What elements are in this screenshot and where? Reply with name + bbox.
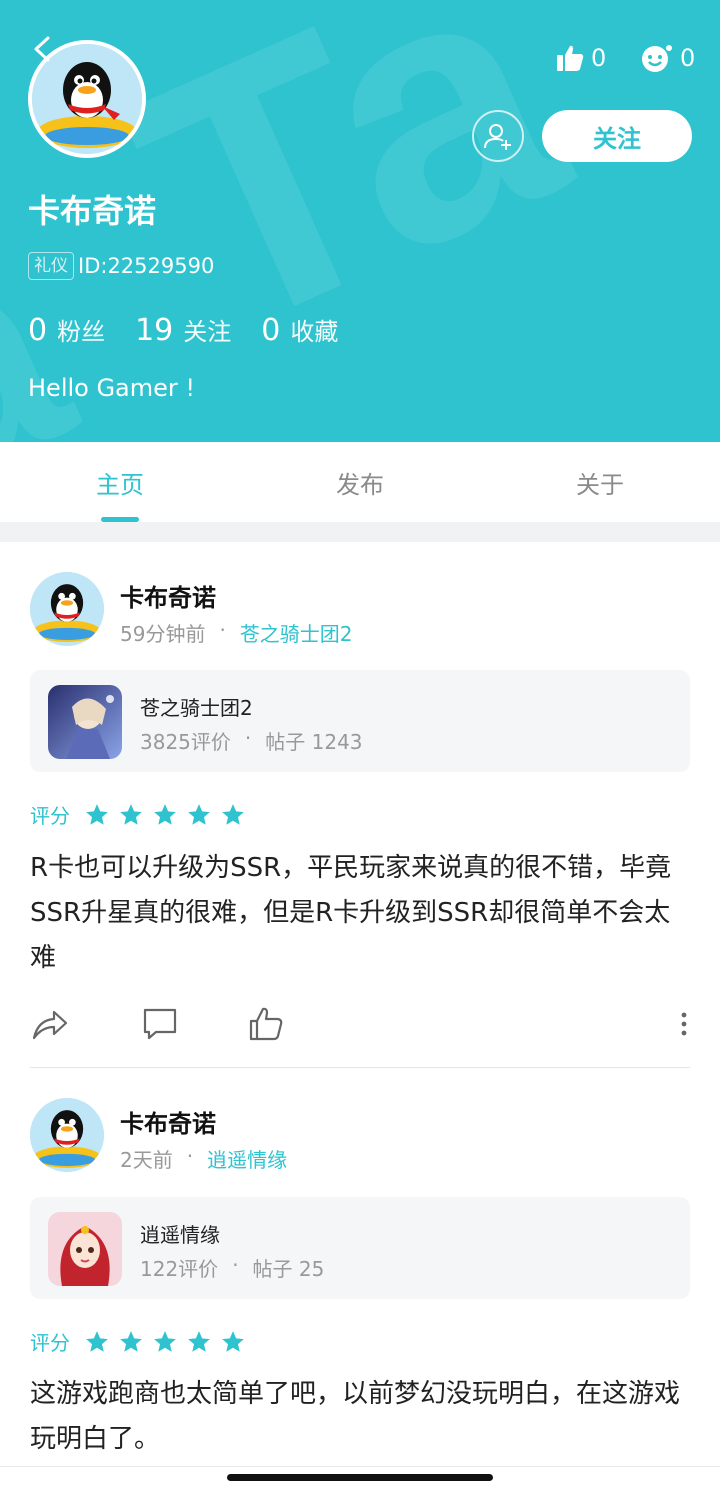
- tab-home-label: 主页: [96, 470, 144, 499]
- post-author-avatar[interactable]: [30, 1098, 104, 1172]
- post-game-link[interactable]: 逍遥情缘: [207, 1144, 287, 1173]
- bottom-divider: [0, 1466, 720, 1467]
- star-icon: [154, 803, 176, 825]
- tab-about[interactable]: 关于: [480, 442, 720, 522]
- star-icon: [86, 1330, 108, 1352]
- star-icon: [86, 803, 108, 825]
- emoji-icon: [642, 45, 672, 72]
- post-meta: 2天前 · 逍遥情缘: [120, 1144, 287, 1173]
- star-icon: [120, 1330, 142, 1352]
- post-divider: [30, 1067, 690, 1068]
- favorites-label[interactable]: 收藏: [290, 312, 338, 347]
- fans-label[interactable]: 粉丝: [57, 312, 105, 347]
- game-icon: [48, 685, 122, 759]
- post-text[interactable]: 这游戏跑商也太简单了吧，以前梦幻没玩明白，在这游戏玩明白了。: [30, 1372, 690, 1462]
- section-separator: [0, 522, 720, 542]
- star-icon: [188, 1330, 210, 1352]
- game-stats: 122评价 · 帖子 25: [140, 1253, 324, 1282]
- profile-stats: 0 粉丝 19 关注 0 收藏: [28, 312, 368, 348]
- rating-row: 评分: [30, 800, 254, 829]
- fans-count[interactable]: 0: [28, 313, 47, 348]
- post-actions: [30, 1004, 690, 1044]
- following-count[interactable]: 19: [135, 313, 173, 348]
- post-meta: 59分钟前 · 苍之骑士团2: [120, 618, 353, 647]
- favorites-count[interactable]: 0: [261, 313, 280, 348]
- star-icon: [222, 803, 244, 825]
- back-icon[interactable]: [28, 34, 58, 64]
- tab-posts[interactable]: 发布: [240, 442, 480, 522]
- rating-row: 评分: [30, 1327, 254, 1356]
- star-icon: [120, 803, 142, 825]
- thumb-up-icon: [557, 45, 584, 71]
- add-friend-icon: [484, 124, 511, 150]
- meta-dot: ·: [219, 618, 226, 642]
- likes-count: 0: [591, 44, 607, 72]
- game-icon: [48, 1212, 122, 1286]
- likes-stat[interactable]: 0: [555, 40, 606, 76]
- share-icon[interactable]: [30, 1004, 70, 1044]
- post-author-avatar[interactable]: [30, 572, 104, 646]
- game-post-count: 帖子 25: [252, 1257, 325, 1281]
- emoji-stat[interactable]: 0: [640, 40, 695, 76]
- post-game-link[interactable]: 苍之骑士团2: [240, 618, 353, 647]
- post-author-name[interactable]: 卡布奇诺: [120, 1104, 216, 1139]
- profile-tabs: 主页 发布 关于: [0, 442, 720, 522]
- game-stats: 3825评价 · 帖子 1243: [140, 726, 363, 755]
- game-review-count: 122评价: [140, 1257, 219, 1281]
- emoji-count: 0: [680, 44, 696, 72]
- post-text[interactable]: R卡也可以升级为SSR，平民玩家来说真的很不错，毕竟SSR升星真的很难，但是R卡…: [30, 846, 690, 981]
- tab-posts-label: 发布: [336, 470, 384, 499]
- tab-home[interactable]: 主页: [0, 442, 240, 522]
- profile-header: Ta a 0 0 关注 卡布奇诺 礼仪 ID:22529590 0 粉丝 19 …: [0, 0, 720, 442]
- post-author-name[interactable]: 卡布奇诺: [120, 578, 216, 613]
- meta-dot: ·: [232, 1253, 239, 1277]
- post-time: 59分钟前: [120, 622, 206, 646]
- game-card[interactable]: 苍之骑士团2 3825评价 · 帖子 1243: [30, 670, 690, 772]
- post-time: 2天前: [120, 1148, 173, 1172]
- star-icon: [222, 1330, 244, 1352]
- follow-button[interactable]: 关注: [542, 110, 692, 162]
- game-card[interactable]: 逍遥情缘 122评价 · 帖子 25: [30, 1197, 690, 1299]
- add-friend-button[interactable]: [472, 110, 524, 162]
- star-icon: [188, 803, 210, 825]
- watermark-logo: Ta: [85, 0, 609, 411]
- user-id: ID:22529590: [78, 254, 215, 278]
- game-post-count: 帖子 1243: [265, 730, 363, 754]
- game-title: 逍遥情缘: [140, 1223, 220, 1247]
- rating-label: 评分: [30, 1331, 70, 1355]
- game-review-count: 3825评价: [140, 730, 231, 754]
- following-label[interactable]: 关注: [183, 312, 231, 347]
- comment-icon[interactable]: [140, 1004, 180, 1044]
- etiquette-badge: 礼仪: [28, 252, 74, 280]
- profile-bio: Hello Gamer !: [28, 374, 196, 402]
- like-icon[interactable]: [246, 1004, 286, 1044]
- tab-about-label: 关于: [576, 470, 624, 499]
- rating-label: 评分: [30, 804, 70, 828]
- game-title: 苍之骑士团2: [140, 696, 253, 720]
- star-icon: [154, 1330, 176, 1352]
- more-icon[interactable]: [670, 1004, 710, 1044]
- meta-dot: ·: [186, 1144, 194, 1168]
- meta-dot: ·: [244, 726, 252, 750]
- home-indicator[interactable]: [227, 1474, 493, 1481]
- profile-username: 卡布奇诺: [28, 192, 157, 230]
